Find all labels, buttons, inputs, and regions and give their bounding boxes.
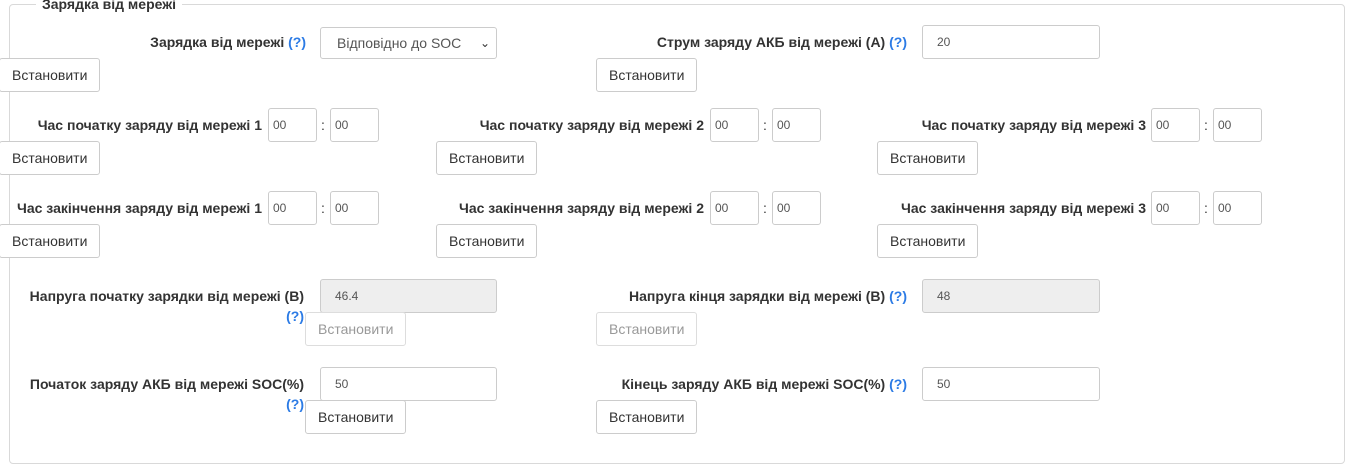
- start-time-3-set-button[interactable]: Встановити: [877, 141, 979, 175]
- soc-start-label: Початок заряду АКБ від мережі SOC(%): [29, 376, 304, 392]
- start-time-1-set-button[interactable]: Встановити: [0, 141, 101, 175]
- start-time-1-label: Час початку заряду від мережі 1: [37, 117, 262, 133]
- start-time-2-set-button[interactable]: Встановити: [436, 141, 538, 175]
- end-time-1-set-button[interactable]: Встановити: [0, 224, 101, 258]
- section-title: Зарядка від мережі: [36, 0, 183, 12]
- soc-end-input[interactable]: [922, 367, 1100, 401]
- soc-end-label-text: Кінець заряду АКБ від мережі SOC(%): [621, 376, 886, 392]
- soc-end-set-button[interactable]: Встановити: [596, 400, 698, 434]
- end-time-3-set-button[interactable]: Встановити: [877, 224, 979, 258]
- voltage-start-help-icon[interactable]: (?): [286, 307, 304, 325]
- charge-current-label-text: Струм заряду АКБ від мережі (А): [656, 34, 886, 50]
- time-separator: :: [1204, 200, 1208, 216]
- grid-charge-label: Зарядка від мережі (?): [150, 32, 306, 52]
- end-time-1-minutes[interactable]: [330, 191, 379, 225]
- voltage-start-input: [320, 279, 497, 313]
- grid-charge-select[interactable]: Відповідно до SOC ⌄: [320, 27, 497, 59]
- start-time-1-hours[interactable]: [268, 108, 317, 142]
- charge-current-help-icon[interactable]: (?): [889, 34, 907, 50]
- charge-current-set-button[interactable]: Встановити: [596, 58, 698, 92]
- end-time-3-label: Час закінчення заряду від мережі 3: [901, 200, 1146, 216]
- soc-start-input[interactable]: [320, 367, 497, 401]
- voltage-end-label: Напруга кінця зарядки від мережі (В) (?): [629, 286, 907, 306]
- soc-end-help-icon[interactable]: (?): [889, 376, 907, 392]
- voltage-end-help-icon[interactable]: (?): [889, 288, 907, 304]
- end-time-2-hours[interactable]: [710, 191, 759, 225]
- soc-start-help-icon[interactable]: (?): [286, 395, 304, 413]
- charge-current-input[interactable]: [922, 25, 1100, 59]
- start-time-2-minutes[interactable]: [772, 108, 821, 142]
- end-time-2-label: Час закінчення заряду від мережі 2: [459, 200, 704, 216]
- end-time-2-set-button[interactable]: Встановити: [436, 224, 538, 258]
- end-time-3-hours[interactable]: [1151, 191, 1200, 225]
- start-time-2-hours[interactable]: [710, 108, 759, 142]
- chevron-down-icon: ⌄: [479, 36, 490, 50]
- start-time-3-minutes[interactable]: [1213, 108, 1262, 142]
- voltage-start-label: Напруга початку зарядки від мережі (В): [29, 288, 304, 304]
- time-separator: :: [763, 117, 767, 133]
- time-separator: :: [321, 200, 325, 216]
- grid-charge-selected-value: Відповідно до SOC: [337, 35, 462, 51]
- charge-current-label: Струм заряду АКБ від мережі (А) (?): [657, 32, 907, 52]
- end-time-2-minutes[interactable]: [772, 191, 821, 225]
- soc-end-label: Кінець заряду АКБ від мережі SOC(%) (?): [622, 374, 907, 394]
- time-separator: :: [763, 200, 767, 216]
- soc-start-set-button[interactable]: Встановити: [305, 400, 407, 434]
- voltage-start-set-button: Встановити: [305, 312, 407, 346]
- time-separator: :: [1204, 117, 1208, 133]
- grid-charge-help-icon[interactable]: (?): [288, 34, 306, 50]
- start-time-3-hours[interactable]: [1151, 108, 1200, 142]
- grid-charge-label-text: Зарядка від мережі: [150, 34, 285, 50]
- grid-charge-set-button[interactable]: Встановити: [0, 58, 101, 92]
- voltage-end-set-button: Встановити: [596, 312, 698, 346]
- end-time-3-minutes[interactable]: [1213, 191, 1262, 225]
- start-time-1-minutes[interactable]: [330, 108, 379, 142]
- end-time-1-hours[interactable]: [268, 191, 317, 225]
- voltage-end-label-text: Напруга кінця зарядки від мережі (В): [628, 288, 886, 304]
- voltage-end-input: [922, 279, 1100, 313]
- start-time-2-label: Час початку заряду від мережі 2: [479, 117, 704, 133]
- end-time-1-label: Час закінчення заряду від мережі 1: [17, 200, 262, 216]
- time-separator: :: [321, 117, 325, 133]
- start-time-3-label: Час початку заряду від мережі 3: [921, 117, 1146, 133]
